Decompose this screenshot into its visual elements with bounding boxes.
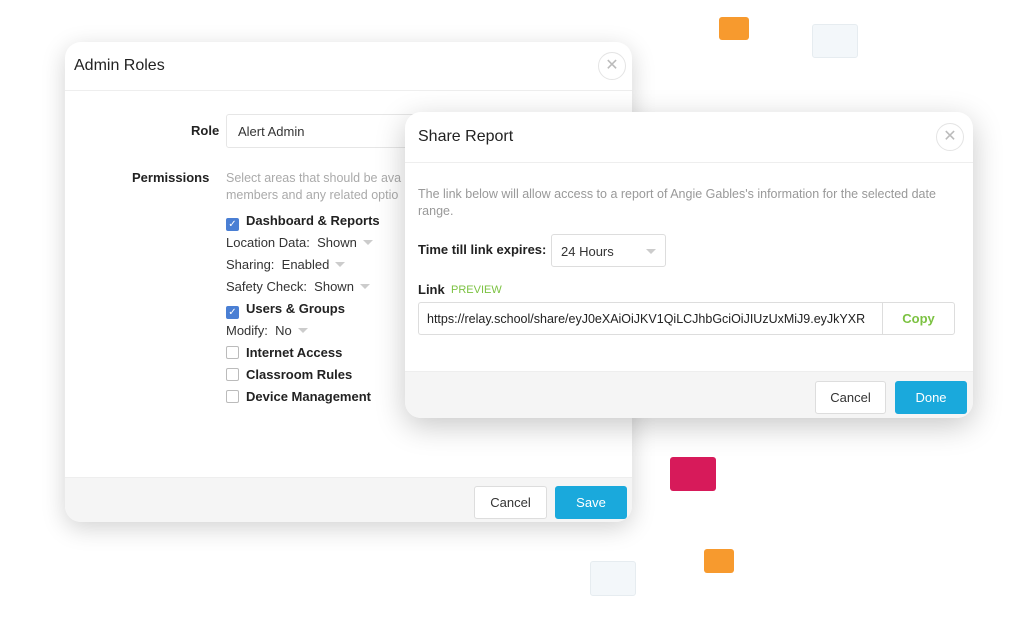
chevron-down-icon	[362, 240, 373, 245]
checkbox-label: Internet Access	[246, 345, 343, 360]
checkbox-unchecked[interactable]	[226, 346, 239, 359]
checkbox-unchecked[interactable]	[226, 390, 239, 403]
expires-value: 24 Hours	[561, 244, 614, 259]
option-value[interactable]: Shown	[314, 279, 354, 294]
decor-square-light	[812, 24, 858, 58]
preview-link[interactable]: PREVIEW	[451, 284, 502, 296]
checkbox-label: Dashboard & Reports	[246, 213, 380, 228]
checkbox-checked[interactable]: ✓	[226, 218, 239, 231]
option-sharing[interactable]: Sharing: Enabled	[226, 257, 346, 272]
decor-square-crimson	[670, 457, 716, 491]
option-label: Sharing:	[226, 257, 275, 272]
permission-device-management[interactable]: Device Management	[226, 389, 371, 404]
permission-users-groups[interactable]: ✓ Users & Groups	[226, 301, 345, 319]
close-icon[interactable]: ✕	[598, 52, 626, 80]
done-button[interactable]: Done	[895, 381, 967, 414]
option-modify[interactable]: Modify: No	[226, 323, 308, 338]
option-label: Location Data:	[226, 235, 310, 250]
hint-line: Select areas that should be ava	[226, 171, 402, 185]
cancel-button[interactable]: Cancel	[474, 486, 547, 519]
close-icon[interactable]: ✕	[936, 123, 964, 151]
cancel-button[interactable]: Cancel	[815, 381, 886, 414]
option-value[interactable]: Shown	[317, 235, 357, 250]
hint-line: members and any related optio	[226, 188, 399, 202]
option-label: Safety Check:	[226, 279, 307, 294]
dialog-title: Admin Roles	[74, 57, 165, 74]
checkbox-label: Users & Groups	[246, 301, 345, 316]
checkbox-label: Classroom Rules	[246, 367, 353, 382]
permission-internet-access[interactable]: Internet Access	[226, 345, 342, 360]
option-value[interactable]: No	[275, 323, 292, 338]
permission-dashboard-reports[interactable]: ✓ Dashboard & Reports	[226, 213, 380, 231]
copy-button[interactable]: Copy	[882, 302, 955, 335]
chevron-down-icon	[297, 328, 308, 333]
option-safety-check[interactable]: Safety Check: Shown	[226, 279, 370, 294]
chevron-down-icon	[359, 284, 370, 289]
expires-label: Time till link expires:	[418, 242, 547, 257]
save-button[interactable]: Save	[555, 486, 627, 519]
checkbox-checked[interactable]: ✓	[226, 306, 239, 319]
option-label: Modify:	[226, 323, 268, 338]
expires-select[interactable]: 24 Hours	[551, 234, 666, 267]
chevron-down-icon	[335, 262, 346, 267]
link-label: Link	[418, 282, 445, 297]
dialog-title: Share Report	[418, 128, 514, 145]
link-input[interactable]: https://relay.school/share/eyJ0eXAiOiJKV…	[418, 302, 882, 335]
dialog-footer	[405, 371, 973, 418]
role-label: Role	[191, 123, 220, 138]
permissions-label: Permissions	[132, 170, 210, 185]
option-location-data[interactable]: Location Data: Shown	[226, 235, 373, 250]
permissions-hint: Select areas that should be ava members …	[226, 170, 401, 204]
share-description: The link below will allow access to a re…	[418, 187, 936, 218]
option-value[interactable]: Enabled	[282, 257, 330, 272]
decor-square-orange	[719, 17, 749, 40]
chevron-down-icon	[646, 249, 656, 254]
decor-square-orange	[704, 549, 734, 573]
checkbox-unchecked[interactable]	[226, 368, 239, 381]
decor-square-light	[590, 561, 636, 596]
share-report-dialog: Share Report ✕ The link below will allow…	[405, 112, 973, 418]
permission-classroom-rules[interactable]: Classroom Rules	[226, 367, 352, 382]
checkbox-label: Device Management	[246, 389, 371, 404]
